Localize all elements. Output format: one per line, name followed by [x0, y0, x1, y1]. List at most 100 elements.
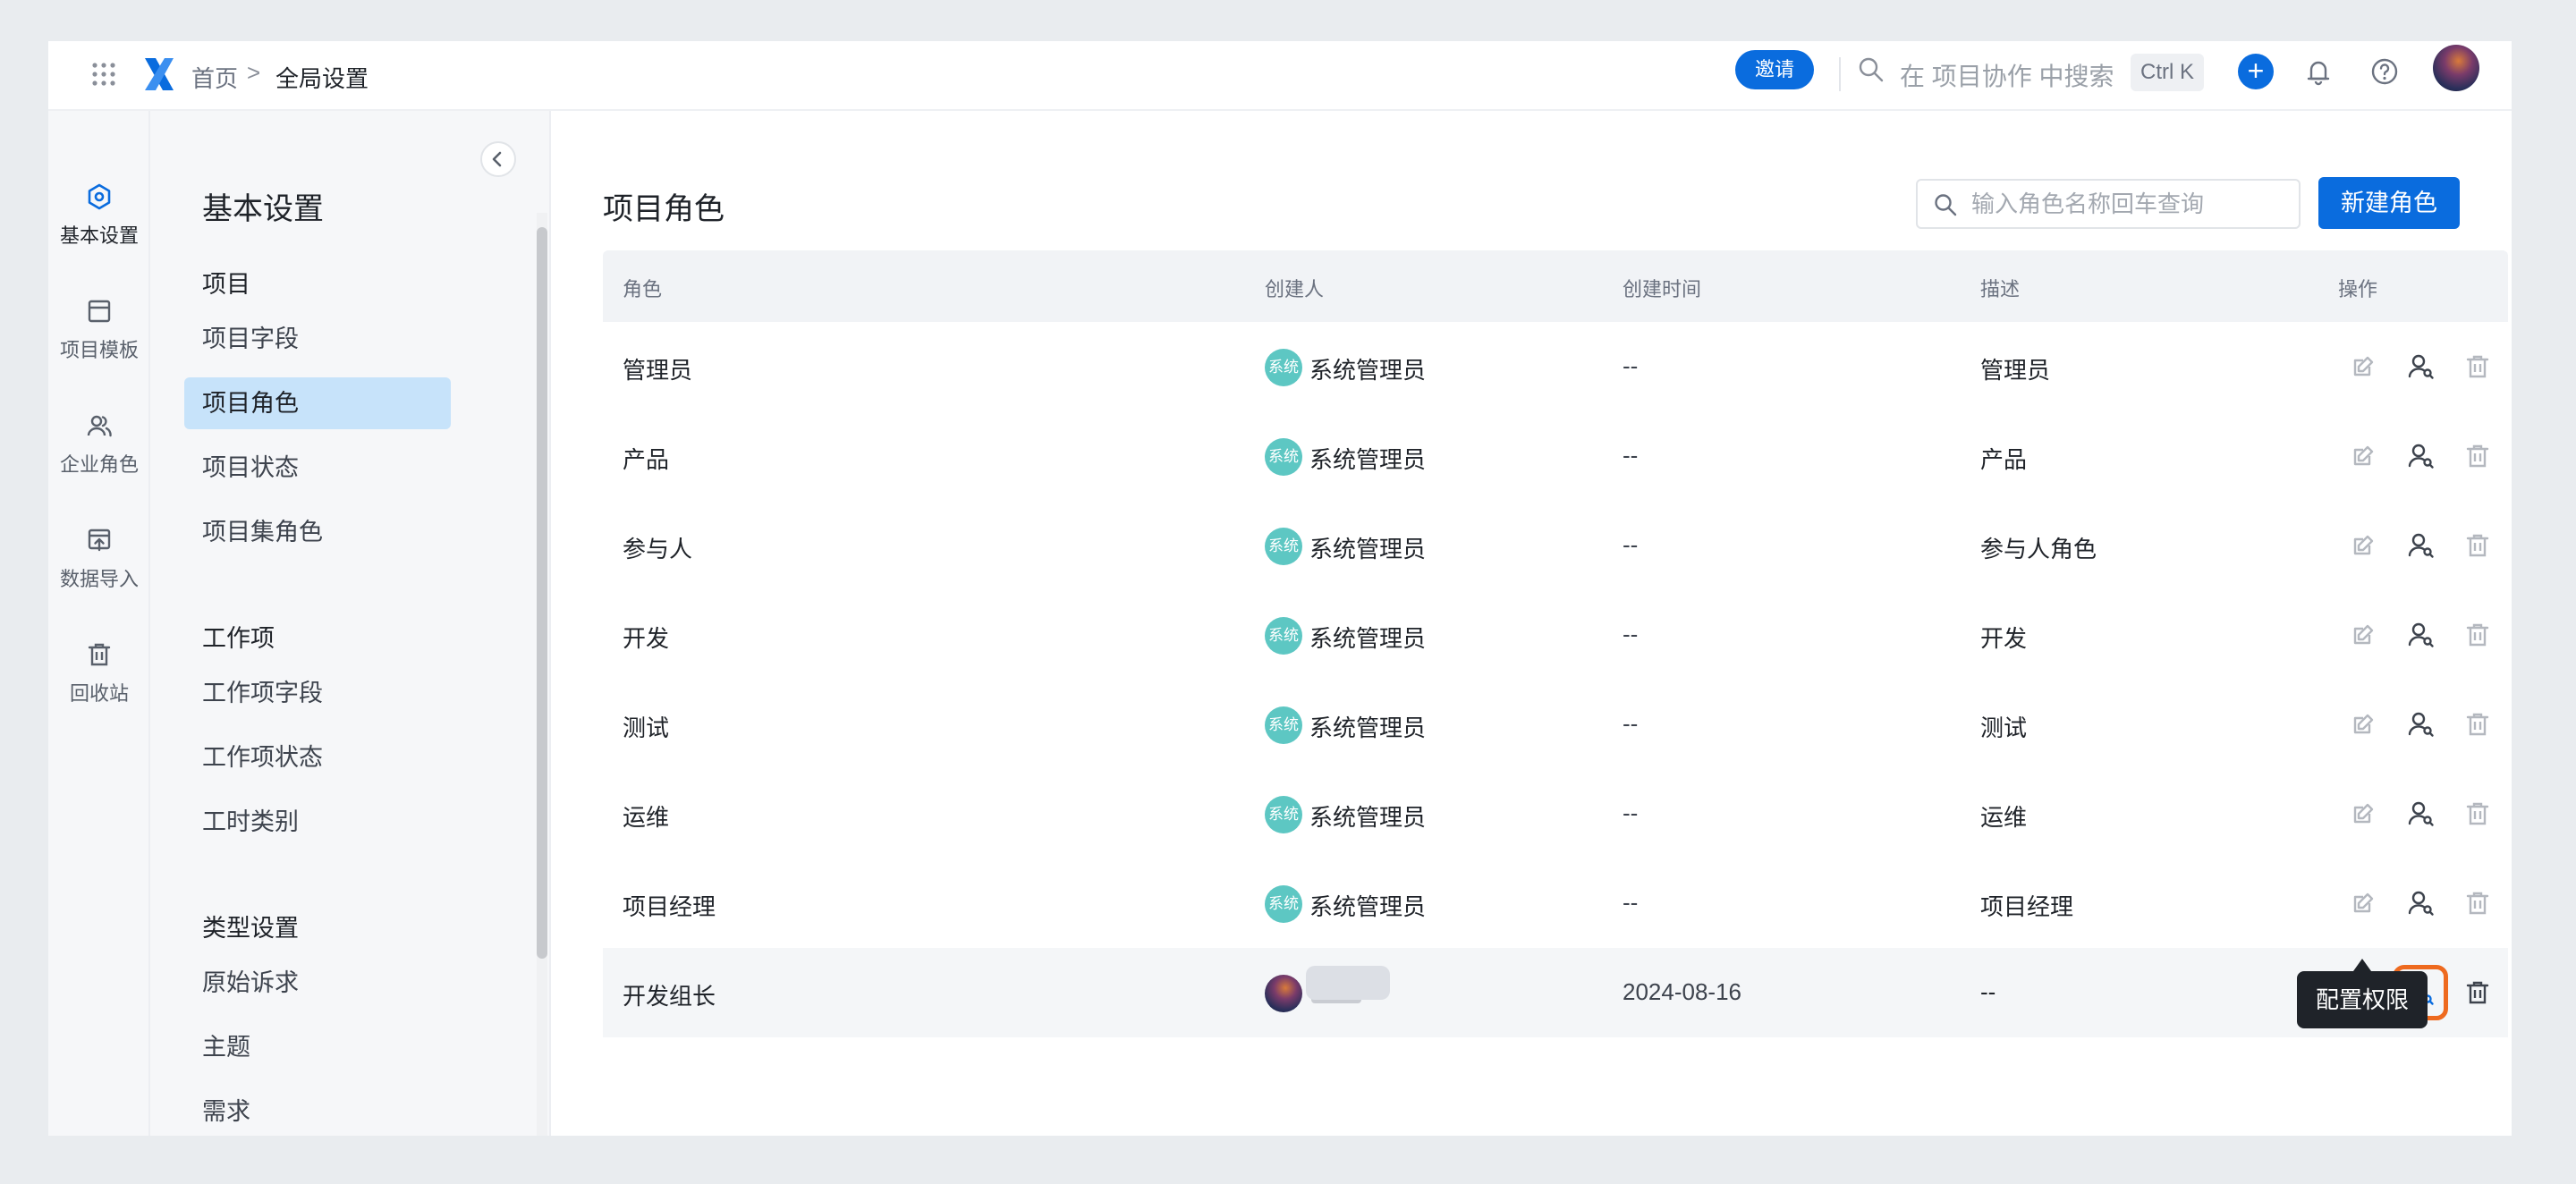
- nav-item-theme[interactable]: 主题: [184, 1021, 451, 1073]
- creator-name: 系统管理员: [1309, 804, 1427, 831]
- role-search-box[interactable]: [1916, 179, 2301, 229]
- table-row[interactable]: 管理员 系统 系统管理员 -- 管理员: [603, 322, 2508, 411]
- nav-item-project-fields[interactable]: 项目字段: [184, 313, 451, 365]
- breadcrumb-separator: >: [247, 59, 261, 86]
- breadcrumb-home[interactable]: 首页: [191, 61, 238, 94]
- table-row[interactable]: 产品 系统 系统管理员 -- 产品: [603, 411, 2508, 501]
- configure-permissions-icon[interactable]: [2402, 528, 2438, 563]
- trash-icon: [85, 640, 114, 669]
- configure-permissions-icon[interactable]: [2402, 796, 2438, 832]
- delete-icon[interactable]: [2460, 885, 2496, 921]
- configure-permissions-icon[interactable]: [2402, 885, 2438, 921]
- nav-item-project-status[interactable]: 项目状态: [184, 442, 451, 494]
- creator-name: 系统管理员: [1309, 446, 1427, 473]
- edit-icon[interactable]: [2345, 438, 2381, 474]
- role-name: 参与人: [623, 536, 693, 562]
- role-description: 开发: [1980, 625, 2028, 652]
- role-description: 运维: [1980, 804, 2028, 831]
- table-row[interactable]: 测试 系统 系统管理员 -- 测试: [603, 680, 2508, 769]
- created-time: --: [1623, 531, 1639, 558]
- delete-icon[interactable]: [2460, 528, 2496, 563]
- configure-permissions-icon[interactable]: [2402, 706, 2438, 742]
- import-icon: [85, 526, 114, 554]
- rail-item-data-import[interactable]: 数据导入: [48, 526, 150, 619]
- avatar: 系统: [1265, 528, 1302, 565]
- table-row[interactable]: 运维 系统 系统管理员 -- 运维: [603, 769, 2508, 858]
- delete-icon[interactable]: [2460, 438, 2496, 474]
- rail-item-recycle-bin[interactable]: 回收站: [48, 640, 150, 733]
- edit-icon[interactable]: [2345, 885, 2381, 921]
- nav-item-workitem-fields[interactable]: 工作项字段: [184, 667, 451, 719]
- users-icon: [85, 411, 114, 440]
- bell-icon[interactable]: [2301, 54, 2336, 89]
- edit-icon[interactable]: [2345, 349, 2381, 385]
- avatar: [1265, 975, 1302, 1012]
- avatar: 系统: [1265, 796, 1302, 833]
- search-icon: [1932, 191, 1959, 218]
- main-content: 项目角色 新建角色 角色 创建人 创建时间 描述 操作 管理员系统系统管理员--…: [553, 111, 2512, 1136]
- global-search-input[interactable]: 在 项目协作 中搜索: [1900, 57, 2114, 93]
- nav-group-title: 项目: [202, 271, 250, 298]
- edit-icon[interactable]: [2345, 796, 2381, 832]
- breadcrumb-current: 全局设置: [275, 65, 369, 92]
- created-time: --: [1623, 621, 1639, 647]
- nav-title: 基本设置: [202, 192, 324, 226]
- nav-item-project-roles[interactable]: 项目角色: [184, 377, 451, 429]
- role-description: 测试: [1980, 715, 2028, 741]
- role-name: 测试: [623, 715, 670, 741]
- configure-permissions-icon[interactable]: [2402, 438, 2438, 474]
- delete-icon[interactable]: [2460, 706, 2496, 742]
- roles-table: 角色 创建人 创建时间 描述 操作 管理员 系统 系统管理员 -- 管理员 产品 系统 系统管…: [603, 250, 2508, 1037]
- delete-icon[interactable]: [2460, 796, 2496, 832]
- nav-group-title: 类型设置: [202, 915, 299, 942]
- rail-item-label: 企业角色: [59, 453, 139, 476]
- invite-button[interactable]: 邀请: [1735, 50, 1814, 89]
- column-header-description: 描述: [1980, 278, 2021, 300]
- new-role-button[interactable]: 新建角色: [2318, 177, 2460, 229]
- create-plus-button[interactable]: +: [2238, 54, 2274, 89]
- nav-item-work-hour-types[interactable]: 工时类别: [184, 796, 451, 848]
- nav-item-workitem-status[interactable]: 工作项状态: [184, 732, 451, 783]
- rail-item-basic-settings[interactable]: 基本设置: [48, 182, 150, 275]
- table-row[interactable]: 项目经理 系统 系统管理员 -- 项目经理: [603, 858, 2508, 948]
- collapse-sidebar-button[interactable]: [480, 141, 516, 177]
- edit-icon[interactable]: [2345, 617, 2381, 653]
- delete-icon[interactable]: [2460, 975, 2496, 1011]
- rail-item-enterprise-roles[interactable]: 企业角色: [48, 411, 150, 504]
- role-search-input[interactable]: [1971, 186, 2284, 222]
- delete-icon[interactable]: [2460, 349, 2496, 385]
- table-row[interactable]: 开发 系统 系统管理员 -- 开发: [603, 590, 2508, 680]
- rail-item-label: 项目模板: [59, 339, 139, 361]
- chevron-left-icon: [492, 151, 502, 167]
- column-header-actions: 操作: [2338, 278, 2378, 300]
- role-description: 产品: [1980, 446, 2028, 473]
- search-shortcut-badge: Ctrl K: [2131, 54, 2204, 91]
- search-icon[interactable]: [1857, 55, 1889, 88]
- rail-item-project-template[interactable]: 项目模板: [48, 297, 150, 390]
- role-name: 产品: [623, 446, 670, 473]
- product-logo-icon[interactable]: [141, 53, 177, 96]
- role-description: 管理员: [1980, 357, 2051, 384]
- help-icon[interactable]: [2367, 54, 2402, 89]
- table-row[interactable]: 开发组长 2024-08-16 --: [603, 948, 2508, 1037]
- avatar: 系统: [1265, 349, 1302, 386]
- nav-scrollbar-thumb[interactable]: [537, 227, 547, 959]
- creator-name: 系统管理员: [1309, 893, 1427, 920]
- configure-permissions-icon[interactable]: [2402, 349, 2438, 385]
- nav-item-requirement[interactable]: 需求: [184, 1086, 451, 1136]
- table-body: 管理员 系统 系统管理员 -- 管理员 产品 系统 系统管理员 -- 产品 参与人 系统 系统管理员 --…: [603, 322, 2508, 1037]
- redacted-name-overlay: [1306, 966, 1390, 1000]
- apps-grid-icon[interactable]: [86, 56, 122, 92]
- edit-icon[interactable]: [2345, 528, 2381, 563]
- creator-name: 系统管理员: [1309, 715, 1427, 741]
- role-name: 开发: [623, 625, 670, 652]
- nav-item-program-roles[interactable]: 项目集角色: [184, 506, 451, 558]
- delete-icon[interactable]: [2460, 617, 2496, 653]
- nav-item-original-request[interactable]: 原始诉求: [184, 957, 451, 1009]
- configure-permissions-icon[interactable]: [2402, 617, 2438, 653]
- edit-icon[interactable]: [2345, 706, 2381, 742]
- table-row[interactable]: 参与人 系统 系统管理员 -- 参与人角色: [603, 501, 2508, 590]
- created-time: --: [1623, 799, 1639, 826]
- user-avatar[interactable]: [2433, 45, 2479, 91]
- created-time: --: [1623, 352, 1639, 379]
